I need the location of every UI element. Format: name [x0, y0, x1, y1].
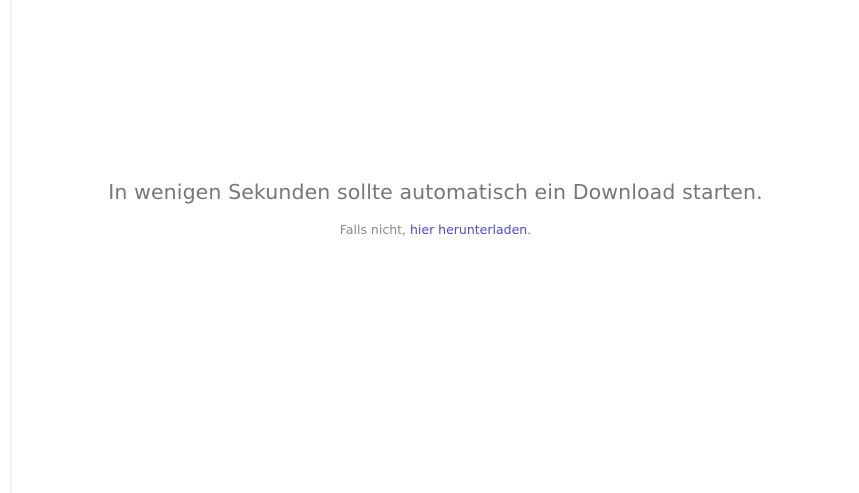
fallback-suffix-text: .	[527, 222, 532, 237]
download-fallback-message: Falls nicht, hier herunterladen.	[12, 221, 859, 239]
download-message-area: In wenigen Sekunden sollte automatisch e…	[12, 0, 859, 493]
download-status-heading: In wenigen Sekunden sollte automatisch e…	[108, 180, 763, 204]
fallback-prefix-text: Falls nicht,	[339, 222, 410, 237]
download-link[interactable]: hier herunterladen	[410, 222, 527, 237]
